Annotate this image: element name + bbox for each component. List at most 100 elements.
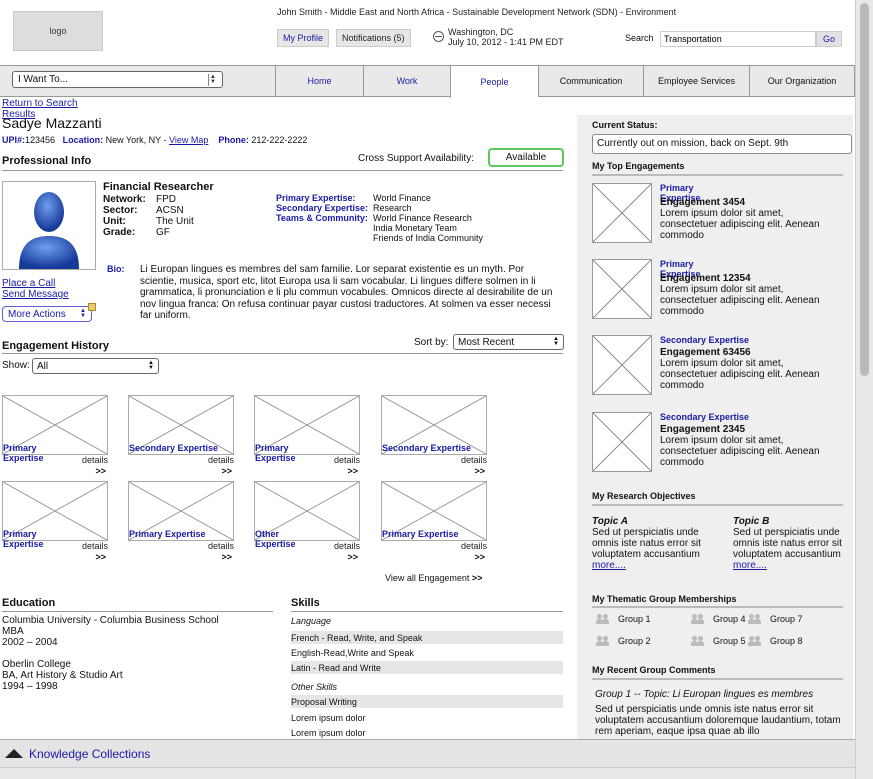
image-placeholder[interactable] [592,412,652,472]
details-link[interactable]: details [82,541,108,551]
details-link[interactable]: details [461,455,487,465]
engagement-expertise-label: Secondary Expertise [129,443,219,453]
grade-label: Grade: [103,227,136,238]
more-arrow-icon[interactable]: >> [474,466,485,476]
phone-value: 212-222-2222 [251,135,308,145]
details-link[interactable]: details [208,455,234,465]
current-status-field[interactable]: Currently out on mission, back on Sept. … [592,134,852,154]
more-arrow-icon[interactable]: >> [347,466,358,476]
image-placeholder[interactable] [592,259,652,319]
top-engagement-item[interactable]: Primary Expertise Engagement 12354 Lorem… [592,259,847,321]
expertise-details: Primary Expertise: World Finance Secondar… [276,193,483,243]
sort-by-dropdown[interactable]: Most Recent ▲ ▼ [453,334,564,350]
group-item[interactable]: Group 2 [596,636,651,646]
search-input[interactable] [660,31,816,47]
group-item[interactable]: Group 4 [691,614,746,624]
details-link[interactable]: details [334,455,360,465]
group-name[interactable]: Group 1 [618,614,651,624]
current-status-label: Current Status: [592,120,658,130]
location-value: New York, NY - [105,135,167,145]
engagement-name[interactable]: Engagement 12354 [660,273,751,284]
view-all-engagement[interactable]: View all Engagement >> [385,573,482,583]
search-go-button[interactable]: Go [816,31,842,47]
top-engagement-item[interactable]: Primary Expertise Engagement 3454 Lorem … [592,183,847,245]
secondary-expertise-label: Secondary Expertise: [276,203,369,213]
knowledge-collections-bar[interactable]: Knowledge Collections [0,739,855,767]
engagement-name[interactable]: Engagement 3454 [660,197,745,208]
bio-label: Bio: [107,264,125,274]
cross-support-label: Cross Support Availability: [358,153,474,164]
engagement-card[interactable]: Primary Expertise details >> [2,481,108,565]
engagement-card[interactable]: Other Expertise details >> [254,481,360,565]
more-arrow-icon[interactable]: >> [474,552,485,562]
primary-expertise-label: Primary Expertise: [276,193,356,203]
more-arrow-icon[interactable]: >> [221,466,232,476]
tab-employee-services[interactable]: Employee Services [643,66,749,96]
top-engagement-item[interactable]: Secondary Expertise Engagement 63456 Lor… [592,335,847,397]
show-dropdown[interactable]: All ▲ ▼ [32,358,159,374]
divider [2,170,563,171]
availability-badge[interactable]: Available [488,148,564,167]
view-map-link[interactable]: View Map [169,135,208,145]
more-arrow-icon[interactable]: >> [95,466,106,476]
select-arrows-icon: ▲ ▼ [553,336,559,347]
engagement-card[interactable]: Primary Expertise details >> [128,481,234,565]
group-name[interactable]: Group 8 [770,636,803,646]
engagement-card[interactable]: Secondary Expertise details >> [128,395,234,479]
expand-up-icon[interactable] [5,749,23,758]
divider [592,678,843,680]
engagement-card[interactable]: Secondary Expertise details >> [381,395,487,479]
group-item[interactable]: Group 1 [596,614,651,624]
tab-our-organization[interactable]: Our Organization [749,66,855,96]
details-link[interactable]: details [82,455,108,465]
engagement-history-heading: Engagement History [2,340,109,352]
tab-communication[interactable]: Communication [538,66,643,96]
group-item[interactable]: Group 5 [691,636,746,646]
engagement-name[interactable]: Engagement 2345 [660,424,745,435]
group-name[interactable]: Group 4 [713,614,746,624]
details-link[interactable]: details [461,541,487,551]
place-call-link[interactable]: Place a Call [2,278,55,289]
topic-more-link[interactable]: more.... [592,560,722,571]
team-item: World Finance Research [373,213,472,223]
engagement-card[interactable]: Primary Expertise details >> [381,481,487,565]
professional-info-heading: Professional Info [2,155,92,167]
more-arrow-icon[interactable]: >> [95,552,106,562]
group-name[interactable]: Group 5 [713,636,746,646]
engagement-card[interactable]: Primary Expertise details >> [254,395,360,479]
view-all-engagement-link[interactable]: View all Engagement [385,573,469,583]
knowledge-collections-label[interactable]: Knowledge Collections [29,747,150,761]
details-link[interactable]: details [208,541,234,551]
return-to-search-link[interactable]: Return to Search [2,98,78,109]
more-arrow-icon[interactable]: >> [221,552,232,562]
horizontal-scrollbar[interactable] [0,767,855,779]
topic-more-link[interactable]: more.... [733,560,851,571]
tab-work[interactable]: Work [363,66,450,96]
engagement-name[interactable]: Engagement 63456 [660,347,751,358]
tab-home[interactable]: Home [275,66,363,96]
group-item[interactable]: Group 7 [748,614,803,624]
send-message-link[interactable]: Send Message [2,289,69,300]
skill-item: Lorem ipsum dolor [291,712,366,723]
group-name[interactable]: Group 2 [618,636,651,646]
details-link[interactable]: details [334,541,360,551]
skill-item: Lorem ipsum dolor [291,727,366,738]
placeholder-x-icon [592,335,652,395]
top-engagement-item[interactable]: Secondary Expertise Engagement 2345 Lore… [592,412,847,474]
more-arrow-icon[interactable]: >> [347,552,358,562]
vertical-scrollbar-thumb[interactable] [860,3,869,376]
topic-b: Topic B Sed ut perspiciatis unde omnis i… [733,516,851,571]
my-profile-button[interactable]: My Profile [277,29,330,47]
more-actions-dropdown[interactable]: More Actions ▲ ▼ [2,306,92,322]
logo[interactable]: logo [13,11,103,51]
engagement-card[interactable]: Primary Expertise details >> [2,395,108,479]
notifications-button[interactable]: Notifications (5) [336,29,411,47]
image-placeholder[interactable] [592,335,652,395]
image-placeholder[interactable] [592,183,652,243]
tab-people[interactable]: People [450,66,538,98]
group-name[interactable]: Group 7 [770,614,803,624]
group-item[interactable]: Group 8 [748,636,803,646]
secondary-expertise-value: Research [373,203,412,213]
teams-label: Teams & Community: [276,213,368,223]
i-want-to-dropdown[interactable]: I Want To... ▲ ▼ [12,71,223,88]
